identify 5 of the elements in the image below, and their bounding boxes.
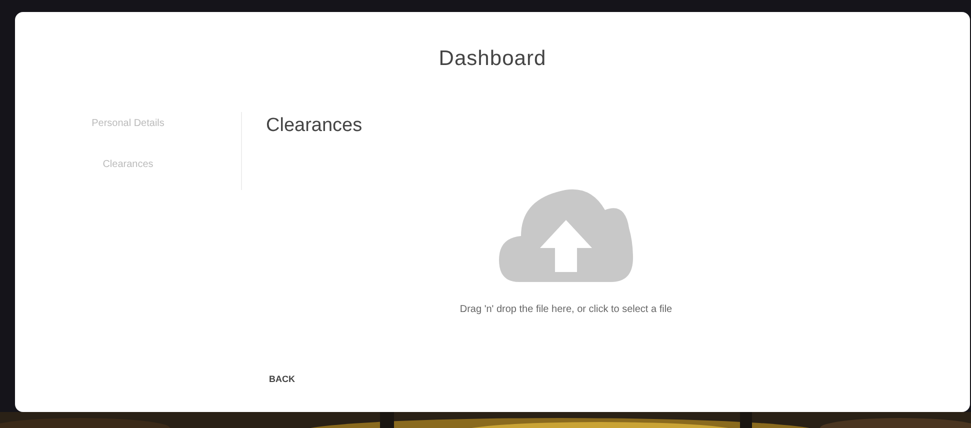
page-title: Dashboard (438, 46, 546, 72)
back-button[interactable]: BACK (256, 368, 308, 390)
dropzone-hint: Drag 'n' drop the file here, or click to select a file (460, 303, 672, 317)
section-title: Clearances (266, 114, 364, 138)
file-dropzone[interactable]: Drag 'n' drop the file here, or click to select a file (346, 182, 786, 317)
